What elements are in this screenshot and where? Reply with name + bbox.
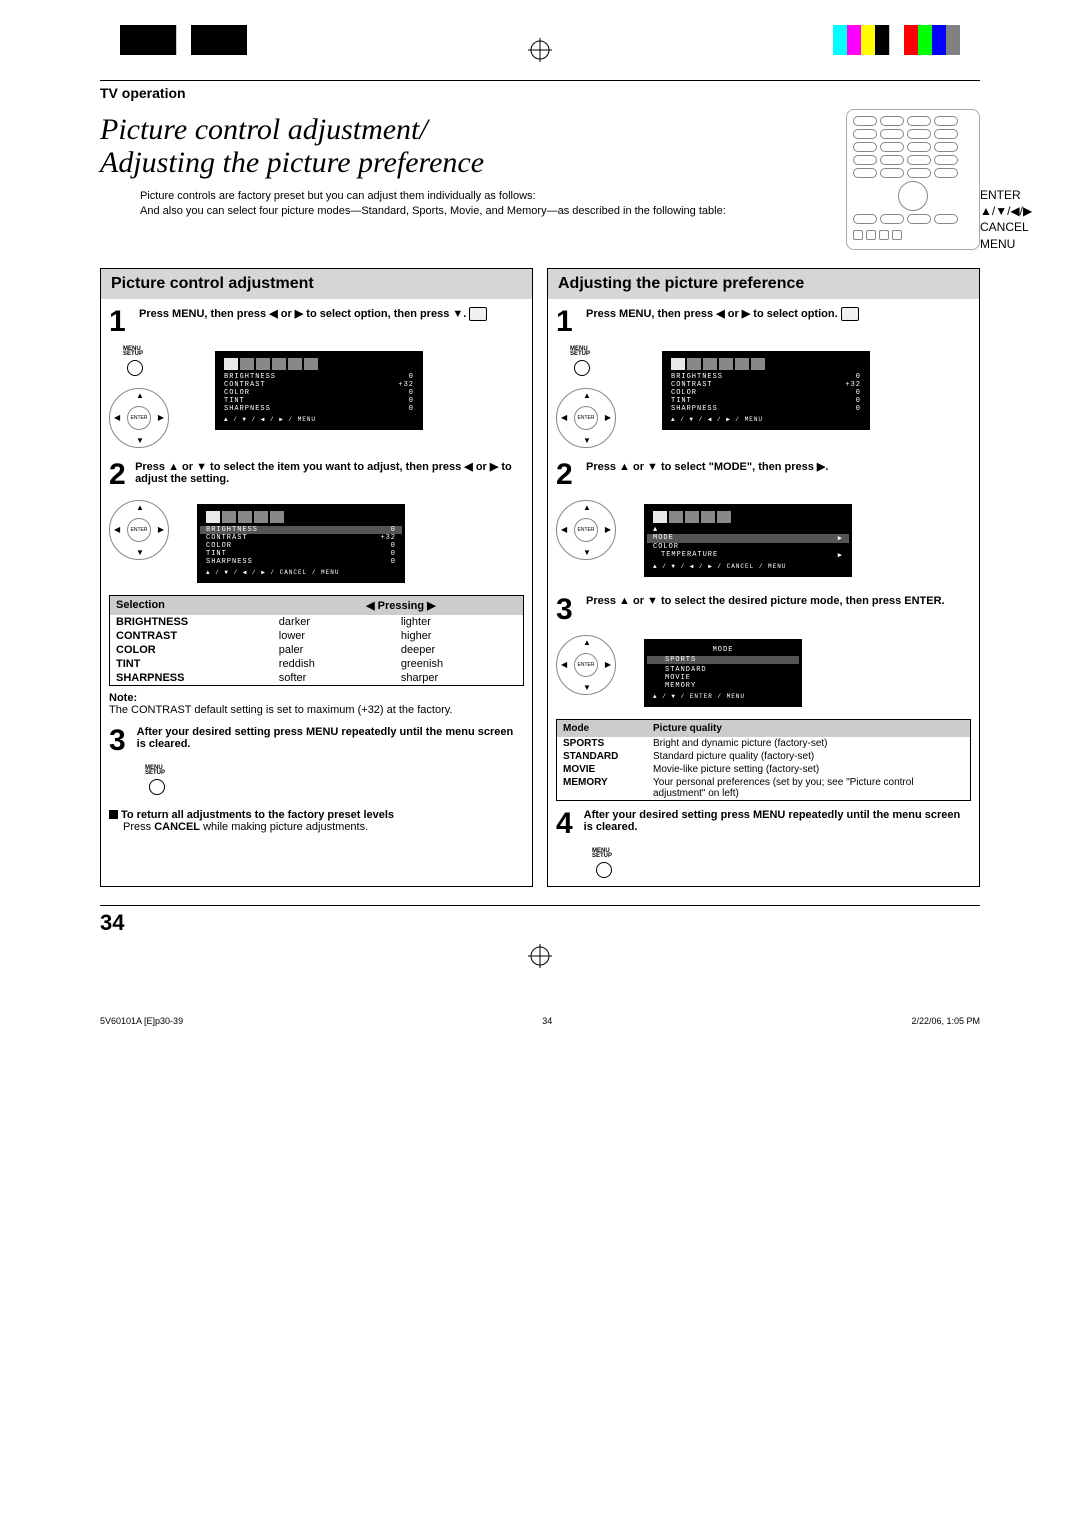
dpad-icon: ENTER ▲ ▼ ◀ ▶ xyxy=(109,388,169,448)
right-step2: Press ▲ or ▼ to select "MODE", then pres… xyxy=(586,460,828,490)
dpad-icon: ENTER ▲ ▼ ◀ ▶ xyxy=(109,500,169,560)
left-step2: Press ▲ or ▼ to select the item you want… xyxy=(135,460,524,490)
step-number: 3 xyxy=(556,595,578,625)
left-column: Picture control adjustment 1 Press MENU,… xyxy=(100,268,533,887)
picture-option-icon xyxy=(469,307,487,321)
crosshair-icon xyxy=(528,38,552,67)
step-number: 2 xyxy=(556,460,578,490)
footer: 5V60101A [E]p30-39 34 2/22/06, 1:05 PM xyxy=(100,1016,980,1026)
menu-button-icon xyxy=(574,360,590,376)
square-bullet-icon xyxy=(109,810,118,819)
right-step3: Press ▲ or ▼ to select the desired pictu… xyxy=(586,595,945,625)
step-number: 1 xyxy=(556,307,578,337)
menu-setup-label: MENU SETUP xyxy=(123,347,167,358)
menu-setup-label: MENU SETUP xyxy=(592,849,971,860)
left-heading: Picture control adjustment xyxy=(101,269,532,299)
osd-screen-r1: BRIGHTNESS0 CONTRAST+32 COLOR0 TINT0 SHA… xyxy=(662,351,870,430)
menu-setup-label: MENU SETUP xyxy=(570,347,614,358)
menu-button-icon xyxy=(149,779,165,795)
selection-table: Selection ◀ Pressing ▶ BRIGHTNESSdarkerl… xyxy=(109,595,524,686)
menu-button-icon xyxy=(127,360,143,376)
crosshair-bottom xyxy=(0,936,1080,976)
step-number: 2 xyxy=(109,460,127,490)
osd-screen-1: BRIGHTNESS0 CONTRAST+32 COLOR0 TINT0 SHA… xyxy=(215,351,423,430)
remote-illustration xyxy=(846,109,980,250)
picture-option-icon xyxy=(841,307,859,321)
osd-screen-mode: ▲ MODE▶ COLOR TEMPERATURE▶ ▲ / ▼ / ◀ / ▶… xyxy=(644,504,852,577)
osd-screen-modelist: MODE SPORTS STANDARD MOVIE MEMORY ▲ / ▼ … xyxy=(644,639,802,707)
osd-screen-2: BRIGHTNESS0 CONTRAST+32 COLOR0 TINT0 SHA… xyxy=(197,504,405,583)
page-number: 34 xyxy=(100,905,980,936)
step-number: 4 xyxy=(556,809,576,839)
menu-setup-label: MENU SETUP xyxy=(145,766,524,777)
remote-callouts: ENTER ▲/▼/◀/▶ CANCEL MENU xyxy=(980,187,1032,252)
right-column: Adjusting the picture preference 1 Press… xyxy=(547,268,980,887)
right-step1: Press MENU, then press ◀ or ▶ to select … xyxy=(586,307,859,337)
step-number: 1 xyxy=(109,307,131,337)
menu-button-icon xyxy=(596,862,612,878)
dpad-icon: ENTER ▲▼◀▶ xyxy=(556,500,616,560)
dpad-icon: ENTER ▲▼◀▶ xyxy=(556,635,616,695)
return-note: To return all adjustments to the factory… xyxy=(109,809,524,833)
mode-table: Mode Picture quality SPORTSBright and dy… xyxy=(556,719,971,801)
color-bar-left xyxy=(120,25,247,55)
page-title: Picture control adjustment/ Adjusting th… xyxy=(100,113,830,179)
dpad-icon: ENTER ▲▼◀▶ xyxy=(556,388,616,448)
left-step3: After your desired setting press MENU re… xyxy=(137,726,524,756)
color-bar-right xyxy=(833,25,960,55)
section-label: TV operation xyxy=(100,85,980,101)
right-step4: After your desired setting press MENU re… xyxy=(584,809,971,839)
step-number: 3 xyxy=(109,726,129,756)
registration-top xyxy=(0,0,1080,80)
left-step1: Press MENU, then press ◀ or ▶ to select … xyxy=(139,307,487,337)
intro-text-2: And also you can select four picture mod… xyxy=(140,204,830,219)
intro-text-1: Picture controls are factory preset but … xyxy=(140,189,830,204)
right-heading: Adjusting the picture preference xyxy=(548,269,979,299)
note: Note: The CONTRAST default setting is se… xyxy=(109,692,524,716)
